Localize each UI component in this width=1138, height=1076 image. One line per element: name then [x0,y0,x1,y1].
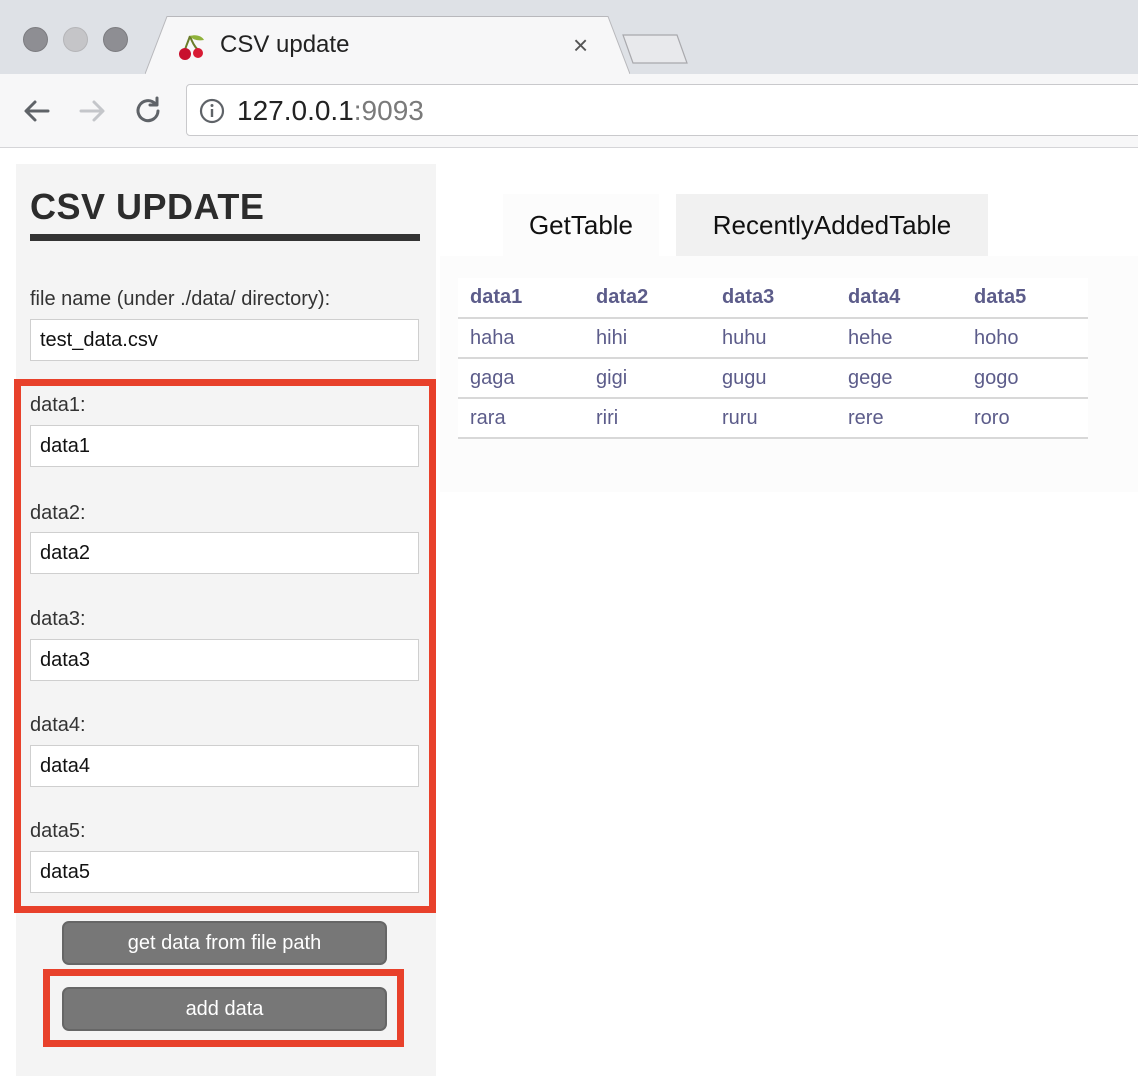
add-button-highlight [43,969,404,1047]
table-cell: huhu [710,318,836,359]
table-cell: hoho [962,318,1088,359]
table-cell: riri [584,398,710,439]
column-header: data4 [836,278,962,319]
table-cell: rara [458,398,584,439]
tab-recently-added-table[interactable]: RecentlyAddedTable [676,194,988,256]
title-divider [30,234,420,241]
get-data-button[interactable]: get data from file path [62,921,387,965]
file-name-label: file name (under ./data/ directory): [30,288,331,310]
table-cell: hehe [836,318,962,359]
file-name-input[interactable] [30,319,419,361]
close-icon[interactable]: × [573,31,588,59]
close-window-button[interactable] [23,27,48,52]
table-cell: roro [962,398,1088,439]
data-table: data1 data2 data3 data4 data5 haha hihi … [458,278,1088,439]
new-tab-button[interactable] [622,33,688,65]
table-row: rara riri ruru rere roro [458,398,1088,439]
tab-title: CSV update [220,31,350,58]
column-header: data2 [584,278,710,319]
table-cell: gugu [710,358,836,399]
table-cell: gigi [584,358,710,399]
column-header: data5 [962,278,1088,319]
table-cell: haha [458,318,584,359]
forward-arrow-icon[interactable] [75,94,109,128]
table-row: gaga gigi gugu gege gogo [458,358,1088,399]
url-host: 127.0.0.1 [237,95,354,126]
table-cell: gaga [458,358,584,399]
minimize-window-button[interactable] [63,27,88,52]
maximize-window-button[interactable] [103,27,128,52]
page-title: CSV UPDATE [30,186,265,227]
column-header: data3 [710,278,836,319]
url-text[interactable]: 127.0.0.1:9093 [237,95,424,127]
table-cell: hihi [584,318,710,359]
column-header: data1 [458,278,584,319]
table-cell: ruru [710,398,836,439]
tab-get-table[interactable]: GetTable [503,194,659,256]
table-cell: rere [836,398,962,439]
table-cell: gege [836,358,962,399]
table-header-row: data1 data2 data3 data4 data5 [458,278,1088,319]
reload-icon[interactable] [131,94,165,128]
back-arrow-icon[interactable] [20,94,54,128]
url-port: :9093 [353,95,424,126]
info-icon[interactable] [199,98,225,124]
table-cell: gogo [962,358,1088,399]
browser-tab-active[interactable] [145,16,630,74]
cherry-icon [179,35,204,60]
data-fields-highlight [14,379,436,913]
table-row: haha hihi huhu hehe hoho [458,318,1088,359]
